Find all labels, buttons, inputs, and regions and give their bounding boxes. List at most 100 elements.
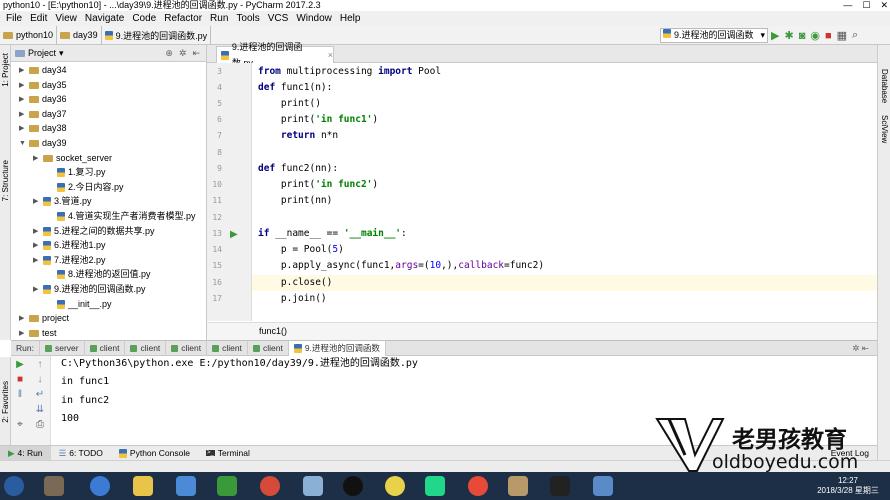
editor-breadcrumb[interactable]: func1() — [207, 322, 877, 340]
taskbar-app-icon[interactable] — [508, 476, 528, 496]
database-tool-button[interactable]: Database — [880, 69, 889, 103]
bottom-tab-run[interactable]: ▶ 4: Run — [0, 446, 51, 460]
taskbar-folder-icon[interactable] — [133, 476, 153, 496]
code-line[interactable]: p = Pool(5) — [258, 242, 344, 258]
chevron-right-icon[interactable]: ▶ — [19, 121, 29, 136]
code-line[interactable]: print() — [258, 96, 321, 112]
tree-file-item[interactable]: ▶ 7.进程池2.py — [33, 253, 106, 268]
taskbar-chrome-icon[interactable] — [468, 476, 488, 496]
chevron-right-icon[interactable]: ▶ — [33, 282, 43, 297]
soft-wrap-icon[interactable]: ↵ — [35, 390, 45, 400]
favorites-tool-button[interactable]: 2: Favorites — [1, 381, 10, 423]
chevron-down-icon[interactable]: ▼ — [19, 136, 29, 151]
profile-icon[interactable]: ◉ — [810, 29, 820, 42]
run-configuration-select[interactable]: 9.进程池的回调函数 ▾ — [660, 28, 768, 43]
code-line[interactable]: p.apply_async(func1,args=(10,),callback=… — [258, 258, 544, 274]
chevron-right-icon[interactable]: ▶ — [19, 326, 29, 341]
menu-navigate[interactable]: Navigate — [81, 11, 128, 26]
start-button-icon[interactable] — [4, 476, 24, 496]
tree-folder-item[interactable]: ▶ socket_server — [33, 151, 112, 166]
taskbar-app-icon[interactable] — [260, 476, 280, 496]
minimize-button[interactable]: — — [843, 0, 852, 11]
sciview-tool-button[interactable]: SciView — [880, 115, 889, 143]
taskbar-app-icon[interactable] — [303, 476, 323, 496]
code-line[interactable]: def func2(nn): — [258, 161, 338, 177]
breadcrumb-file[interactable]: 9.进程池的回调函数.py — [102, 25, 212, 45]
tree-file-item[interactable]: ▶ 5.进程之间的数据共享.py — [33, 224, 155, 239]
breadcrumb-folder[interactable]: day39 — [57, 25, 102, 45]
run-tab-client[interactable]: client — [207, 340, 248, 356]
collapse-icon[interactable]: ⇤ — [192, 48, 200, 59]
stop-icon[interactable]: ■ — [825, 30, 832, 42]
code-line[interactable]: if __name__ == '__main__': — [258, 226, 407, 242]
run-tab-client[interactable]: client — [166, 340, 208, 356]
run-tab-client[interactable]: client — [125, 340, 167, 356]
tree-file-item[interactable]: ▶ 9.进程池的回调函数.py — [33, 282, 146, 297]
debug-icon[interactable]: ✱ — [784, 29, 793, 42]
tree-folder-item[interactable]: ▶ day36 — [19, 92, 67, 107]
tree-folder-item[interactable]: ▶ day34 — [19, 63, 67, 78]
print-icon[interactable]: ⎙ — [35, 420, 45, 430]
settings-icon[interactable]: ✲ ⇤ — [852, 343, 877, 354]
tree-folder-item[interactable]: ▶ project — [19, 311, 69, 326]
bottom-tab-python-console[interactable]: Python Console — [111, 446, 198, 460]
menu-window[interactable]: Window — [292, 11, 336, 26]
taskbar-qq-icon[interactable] — [343, 476, 363, 496]
code-line[interactable]: p.join() — [258, 291, 327, 307]
code-line[interactable]: from multiprocessing import Pool — [258, 64, 441, 80]
code-line[interactable]: def func1(n): — [258, 80, 332, 96]
run-gutter-icon[interactable]: ▶ — [230, 229, 238, 240]
sync-icon[interactable]: ⊕ — [165, 48, 173, 59]
run-tab-client[interactable]: client — [248, 340, 289, 356]
run-tab-client[interactable]: client — [85, 340, 126, 356]
stop-icon[interactable]: ■ — [15, 375, 25, 385]
code-line[interactable]: print(nn) — [258, 193, 332, 209]
menu-refactor[interactable]: Refactor — [160, 11, 206, 26]
tree-file-item[interactable]: 8.进程池的返回值.py — [47, 267, 151, 282]
chevron-right-icon[interactable]: ▶ — [19, 311, 29, 326]
taskbar-avatar-icon[interactable] — [44, 476, 64, 496]
tree-file-item[interactable]: __init__.py — [47, 297, 112, 312]
pin-icon[interactable]: ⌖ — [15, 420, 25, 430]
project-tool-button[interactable]: 1: Project — [1, 53, 10, 87]
chevron-right-icon[interactable]: ▶ — [33, 238, 43, 253]
chevron-right-icon[interactable]: ▶ — [19, 63, 29, 78]
chevron-down-icon[interactable]: ▾ — [59, 48, 64, 59]
bottom-tab-todo[interactable]: ☰ 6: TODO — [51, 446, 111, 460]
run-tab-server[interactable]: server — [40, 340, 85, 356]
close-icon[interactable]: × — [328, 47, 333, 63]
menu-file[interactable]: File — [2, 11, 26, 26]
run-icon[interactable]: ▶ — [771, 29, 779, 42]
menu-view[interactable]: View — [51, 11, 81, 26]
taskbar-app-icon[interactable] — [593, 476, 613, 496]
breadcrumb-project[interactable]: python10 — [0, 25, 58, 45]
menu-edit[interactable]: Edit — [26, 11, 51, 26]
close-button[interactable]: ✕ — [880, 0, 888, 11]
chevron-right-icon[interactable]: ▶ — [19, 107, 29, 122]
tree-file-item[interactable]: 2.今日内容.py — [47, 180, 124, 195]
scroll-up-icon[interactable]: ↑ — [35, 360, 45, 370]
editor-tab-active[interactable]: 9.进程池的回调函数.py× — [216, 42, 334, 68]
pause-icon[interactable]: ‖ — [15, 390, 25, 400]
menu-code[interactable]: Code — [128, 11, 160, 26]
structure-tool-button[interactable]: 7: Structure — [1, 160, 10, 201]
tree-folder-item[interactable]: ▼ day39 — [19, 136, 67, 151]
search-icon[interactable]: ⌕ — [852, 29, 858, 42]
taskbar-app-icon[interactable] — [176, 476, 196, 496]
code-line[interactable]: print('in func1') — [258, 112, 378, 128]
project-structure-icon[interactable]: ▦ — [837, 29, 847, 42]
tree-folder-item[interactable]: ▶ day38 — [19, 121, 67, 136]
menu-help[interactable]: Help — [336, 11, 365, 26]
chevron-right-icon[interactable]: ▶ — [33, 194, 43, 209]
tree-folder-item[interactable]: ▶ day35 — [19, 78, 67, 93]
menu-run[interactable]: Run — [206, 11, 232, 26]
taskbar-k-app-icon[interactable] — [90, 476, 110, 496]
coverage-icon[interactable]: ◙ — [799, 30, 806, 42]
bottom-tab-terminal[interactable]: >_ Terminal — [198, 446, 258, 460]
run-tab-active[interactable]: 9.进程池的回调函数 — [288, 340, 386, 356]
chevron-right-icon[interactable]: ▶ — [19, 92, 29, 107]
tree-folder-item[interactable]: ▶ test — [19, 326, 57, 341]
scroll-to-end-icon[interactable]: ⇊ — [35, 405, 45, 415]
tree-folder-item[interactable]: ▶ day37 — [19, 107, 67, 122]
scroll-down-icon[interactable]: ↓ — [35, 375, 45, 385]
